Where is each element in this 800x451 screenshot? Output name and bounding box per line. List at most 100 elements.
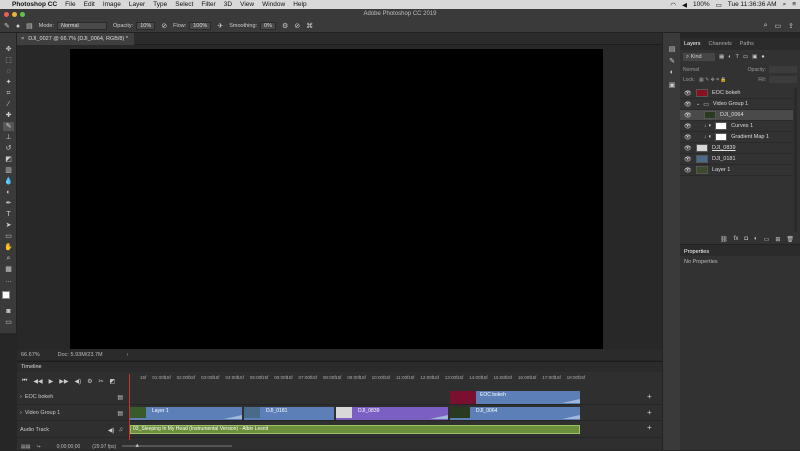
layer-row-dji-0181[interactable]: 👁 DJI_0181 — [680, 154, 793, 165]
timecode[interactable]: 0;00;00;00 — [57, 444, 81, 450]
clone-stamp-tool-icon[interactable]: ⊥ — [3, 133, 14, 142]
layer-mask-thumbnail[interactable] — [715, 133, 728, 141]
brush-tool-icon[interactable]: ✎ — [3, 122, 14, 131]
layer-row-curves[interactable]: 👁 ↓ ◐ Curves 1 — [680, 121, 793, 132]
add-audio-button[interactable]: + — [647, 423, 652, 432]
brush-preset-icon[interactable]: ● — [16, 23, 20, 30]
document-canvas[interactable] — [70, 49, 603, 349]
notification-icon[interactable]: ≡ — [792, 1, 796, 8]
layer-row-video-group[interactable]: 👁 ⌄ ▭ Video Group 1 — [680, 99, 793, 110]
type-tool-icon[interactable]: T — [3, 210, 14, 219]
visibility-eye-icon[interactable]: 👁 — [684, 112, 692, 119]
status-arrow-icon[interactable]: › — [127, 352, 129, 358]
smoothing-settings-icon[interactable]: ⚙ — [282, 22, 288, 30]
mode-dropdown[interactable]: Normal — [57, 22, 108, 30]
airbrush-icon[interactable]: ✈ — [217, 22, 223, 30]
menu-help[interactable]: Help — [293, 1, 306, 8]
clip-audio[interactable]: 03_Sleeping In My Head (Instrumental Ver… — [130, 425, 580, 434]
new-adjustment-icon[interactable]: ◐ — [754, 236, 758, 242]
layer-row-dji-0839[interactable]: 👁 DJI_0839 — [680, 143, 793, 154]
brush-tool-icon[interactable]: ✎ — [4, 22, 10, 30]
battery-percent[interactable]: 100% — [693, 1, 710, 8]
workspace-icon[interactable]: ▭ — [775, 22, 782, 30]
visibility-eye-icon[interactable]: 👁 — [684, 167, 692, 174]
rectangle-tool-icon[interactable]: ▭ — [3, 232, 14, 241]
filter-shape-icon[interactable]: ▭ — [743, 54, 748, 60]
dodge-tool-icon[interactable]: ◐ — [3, 188, 14, 197]
next-frame-icon[interactable]: ▶▶ — [59, 378, 68, 385]
close-window-button[interactable] — [4, 12, 9, 17]
eraser-tool-icon[interactable]: ◩ — [3, 155, 14, 164]
clip-dji-0064[interactable]: DJI_0064 — [450, 407, 580, 420]
filter-smart-icon[interactable]: ▣ — [752, 54, 757, 60]
blend-mode-dropdown[interactable]: Normal — [683, 67, 699, 73]
expand-chevron-icon[interactable]: › — [20, 410, 22, 416]
delete-layer-icon[interactable]: 🗑 — [786, 236, 794, 243]
menu-filter[interactable]: Filter — [201, 1, 215, 8]
zoom-slider-thumb[interactable]: ▲ — [134, 443, 140, 449]
track-menu-icon[interactable]: ▤ — [117, 410, 123, 417]
pressure-size-icon[interactable]: ⊘ — [294, 22, 300, 30]
opacity-field[interactable]: 10% — [136, 22, 156, 30]
add-media-button[interactable]: + — [647, 392, 652, 401]
transition-icon[interactable]: ◩ — [110, 378, 116, 385]
crop-tool-icon[interactable]: ⌗ — [3, 89, 14, 98]
menu-3d[interactable]: 3D — [224, 1, 232, 8]
track-menu-icon[interactable]: ▤ — [117, 394, 123, 401]
document-tab[interactable]: × DJI_0027 @ 66.7% (DJI_0064, RGB/8) * — [17, 33, 134, 45]
layer-style-icon[interactable]: fx — [734, 236, 739, 242]
layer-row-layer-1[interactable]: 👁 Layer 1 — [680, 165, 793, 176]
audio-mute-icon[interactable]: ◀) — [75, 378, 82, 385]
clip-fade-handle[interactable] — [430, 415, 448, 419]
prev-frame-icon[interactable]: ◀◀ — [33, 378, 42, 385]
move-tool-icon[interactable]: ✥ — [3, 45, 14, 54]
filter-adjustment-icon[interactable]: ◐ — [728, 54, 731, 60]
healing-tool-icon[interactable]: ✚ — [3, 111, 14, 120]
layer-row-gradient-map[interactable]: 👁 ↓ ◐ Gradient Map 1 — [680, 132, 793, 143]
blur-tool-icon[interactable]: 💧 — [3, 177, 14, 186]
filter-kind-dropdown[interactable]: ⌕ Kind — [683, 52, 715, 61]
properties-title[interactable]: Properties — [680, 245, 800, 256]
gradient-tool-icon[interactable]: ▥ — [3, 166, 14, 175]
group-expand-chevron-icon[interactable]: ⌄ — [696, 101, 700, 107]
music-note-icon[interactable]: ♫ — [119, 427, 124, 433]
pressure-opacity-icon[interactable]: ⊘ — [161, 22, 167, 30]
zoom-tool-icon[interactable]: ⌕ — [3, 254, 14, 263]
tab-channels[interactable]: Channels — [709, 41, 732, 47]
minimize-window-button[interactable] — [12, 12, 17, 17]
share-icon[interactable]: ⇪ — [788, 22, 794, 30]
menu-type[interactable]: Type — [153, 1, 167, 8]
layers-scrollbar[interactable] — [794, 88, 797, 232]
zoom-window-button[interactable] — [20, 12, 25, 17]
timeline-ruler[interactable]: 15f 01:00f 15f 02:00f 15f 03:00f 15f 04:00f 15f 0… — [130, 374, 585, 383]
wifi-icon[interactable]: ◠ — [670, 1, 676, 9]
smoothing-field[interactable]: 0% — [260, 22, 276, 30]
lasso-tool-icon[interactable]: ◌ — [3, 67, 14, 76]
render-video-icon[interactable]: ▤▤ — [21, 444, 30, 450]
add-media-button[interactable]: + — [647, 408, 652, 417]
clip-dji-0181[interactable]: DJI_0181 — [244, 407, 334, 420]
zoom-level[interactable]: 66.67% — [21, 352, 40, 358]
brush-panel-icon[interactable]: ✎ — [667, 57, 677, 66]
settings-icon[interactable]: ⚙ — [87, 378, 92, 385]
adjustments-panel-icon[interactable]: ◐ — [667, 69, 677, 78]
path-select-tool-icon[interactable]: ➤ — [3, 221, 14, 230]
layer-mask-thumbnail[interactable] — [715, 122, 728, 130]
filter-toggle-icon[interactable]: ● — [761, 54, 764, 60]
menu-image[interactable]: Image — [103, 1, 121, 8]
layer-row-dji-0064[interactable]: 👁 DJI_0064 — [680, 110, 793, 121]
visibility-eye-icon[interactable]: 👁 — [684, 101, 692, 108]
audio-mute-icon[interactable]: ◀) — [108, 427, 115, 434]
layer-row-eoc-bokeh[interactable]: 👁 EOC bokeh — [680, 88, 793, 99]
go-first-frame-icon[interactable]: ⏮ — [22, 378, 27, 385]
visibility-eye-icon[interactable]: 👁 — [684, 123, 692, 130]
clip-layer-1[interactable]: Layer 1 — [130, 407, 242, 420]
visibility-eye-icon[interactable]: 👁 — [684, 156, 692, 163]
expand-chevron-icon[interactable]: › — [20, 394, 22, 400]
add-mask-icon[interactable]: ◘ — [744, 236, 748, 242]
new-layer-icon[interactable]: ⊞ — [775, 236, 780, 243]
layer-fill-field[interactable] — [769, 76, 797, 83]
menu-window[interactable]: Window — [262, 1, 285, 8]
timeline-title[interactable]: Timeline — [17, 362, 662, 372]
convert-icon[interactable]: ↪ — [36, 444, 40, 450]
